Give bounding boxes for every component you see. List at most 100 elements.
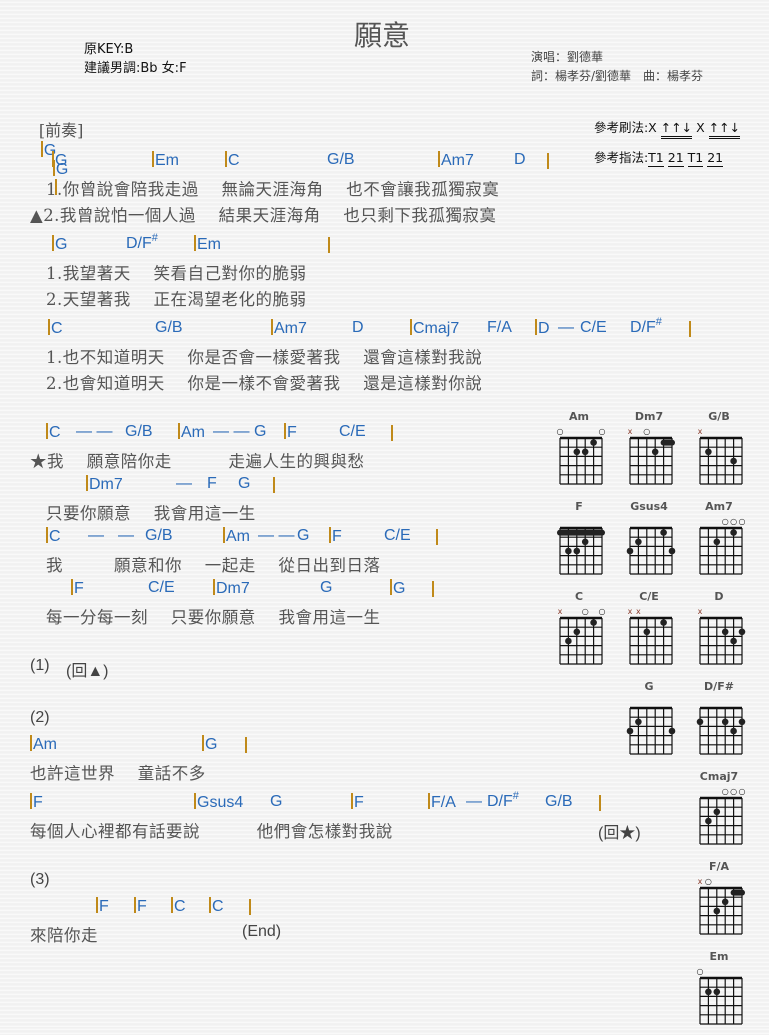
chord: — xyxy=(176,475,192,493)
chord: D xyxy=(352,319,364,337)
repeat-note: (回▲) xyxy=(66,663,109,680)
finger-dot xyxy=(668,547,676,555)
chord-name: D xyxy=(514,151,526,168)
chord-name: C/E xyxy=(580,319,607,336)
barline xyxy=(194,235,196,251)
finger-dot xyxy=(626,727,634,735)
chord: G/B xyxy=(125,423,153,441)
finger-part: 21 xyxy=(707,150,724,167)
finger-dot xyxy=(565,637,572,645)
barline xyxy=(689,321,691,337)
muted-string-marker: x xyxy=(698,877,703,886)
open-string-marker: ○ xyxy=(739,517,746,526)
finger-pattern: 參考指法:T1 21 T1 21 xyxy=(586,132,724,167)
end-note: (End) xyxy=(242,923,282,940)
chord-name: F xyxy=(137,898,147,915)
chord: G xyxy=(320,579,332,597)
chord-name: F/A xyxy=(431,794,456,811)
barline xyxy=(432,581,434,597)
fretboard: xx xyxy=(628,607,673,665)
lyric-line: 也許這世界 童話不多 xyxy=(30,764,206,783)
chord-name: — xyxy=(466,793,482,810)
chord: G xyxy=(202,735,217,754)
barline xyxy=(284,423,286,439)
chord-name: G/B xyxy=(327,151,355,168)
chord-diagram: Em ○ xyxy=(694,950,744,1035)
barline xyxy=(225,151,227,167)
fretboard: x ○ xyxy=(698,877,745,935)
finger-dot xyxy=(668,727,676,735)
finger-dot xyxy=(738,718,746,726)
repeat-note: (回★) xyxy=(598,825,641,842)
barline xyxy=(391,425,393,441)
chord-name: Am7 xyxy=(441,152,474,169)
finger-label: 參考指法: xyxy=(593,150,649,165)
finger-part: T1 xyxy=(687,150,704,167)
lyric-line: 我 願意和你 一起走 從日出到日落 xyxy=(46,556,381,575)
chord-name: — — xyxy=(258,527,295,544)
chord-diagram: G/B x xyxy=(694,410,744,495)
chord-name: G xyxy=(320,579,333,596)
barline xyxy=(535,319,537,335)
chord-name: C/E xyxy=(384,527,411,544)
finger-part: 21 xyxy=(667,150,684,167)
chord-diagram-name: Em xyxy=(709,950,729,963)
finger-dot xyxy=(730,457,737,465)
lyric-line: 2.也會知道明天 你是一樣不會愛著我 還是這樣對你說 xyxy=(46,374,483,393)
chord: Am xyxy=(223,527,250,546)
lyric-line: ★我 願意陪你走 走遍人生的興與愁 xyxy=(30,452,365,471)
chord: G/B xyxy=(327,151,355,169)
chord-name: — — xyxy=(76,423,113,440)
finger-part: T1 xyxy=(648,150,664,167)
suggested-key: 建議男調:Bb 女:F xyxy=(84,61,187,76)
chord: G xyxy=(390,579,405,598)
chord: F/A xyxy=(428,793,456,812)
chord-name: G xyxy=(55,236,68,253)
chord-diagram-name: Am7 xyxy=(705,500,733,513)
finger-dot xyxy=(730,637,737,645)
chord-name: D/F# xyxy=(630,316,662,337)
barline xyxy=(351,793,353,809)
chord: G xyxy=(52,151,67,170)
chord-name: — xyxy=(558,319,574,336)
fretboard: x xyxy=(698,607,746,665)
fretboard: ○ ○ ○ xyxy=(699,517,746,575)
chord-diagram-name: Cmaj7 xyxy=(699,770,739,783)
barline xyxy=(52,151,54,167)
open-string-marker: ○ xyxy=(722,517,729,526)
barline xyxy=(96,897,98,913)
chord: G xyxy=(52,235,67,254)
finger-dot xyxy=(581,538,589,546)
chord: — xyxy=(118,527,134,545)
chord-name: Am xyxy=(226,528,250,545)
lyric-line: 每個人心裡都有話要說 他們會怎樣對我說 xyxy=(30,822,393,841)
lyric-line: 1.你曾說會陪我走過 無論天涯海角 也不會讓我孤獨寂寞 xyxy=(46,180,500,199)
chord-name: F xyxy=(354,794,364,811)
fretboard xyxy=(696,706,746,755)
muted-string-marker: x xyxy=(698,607,703,616)
chord-diagram: Dm7 x ○ xyxy=(624,410,675,495)
finger-dot xyxy=(660,619,667,626)
chord: F xyxy=(329,527,342,546)
chord: C/E xyxy=(148,579,175,597)
open-string-marker: ○ xyxy=(599,607,606,616)
chord-name: F/A xyxy=(487,319,512,336)
barline xyxy=(171,897,173,913)
chord-name: Em xyxy=(155,152,179,169)
barline xyxy=(46,423,48,439)
strum-pattern: 參考刷法:X ↑↑↓ X ↑↑↓ xyxy=(586,102,741,139)
chord-name: Dm7 xyxy=(89,476,123,493)
chord: C xyxy=(46,423,61,442)
chord-name: D/F# xyxy=(487,790,519,811)
chord-diagram: F xyxy=(554,500,605,585)
chord: D/F# xyxy=(126,233,158,253)
chord-diagram: Am7 ○ ○ ○ xyxy=(694,500,746,585)
finger-dot xyxy=(651,448,659,456)
chord-name: G/B xyxy=(145,527,173,544)
chord: Em xyxy=(194,235,221,254)
open-string-marker: ○ xyxy=(730,787,737,796)
barline xyxy=(178,423,180,439)
finger-dot xyxy=(581,448,589,456)
chord-diagram: Gsus4 xyxy=(624,500,676,585)
chord: F/A xyxy=(487,319,512,337)
